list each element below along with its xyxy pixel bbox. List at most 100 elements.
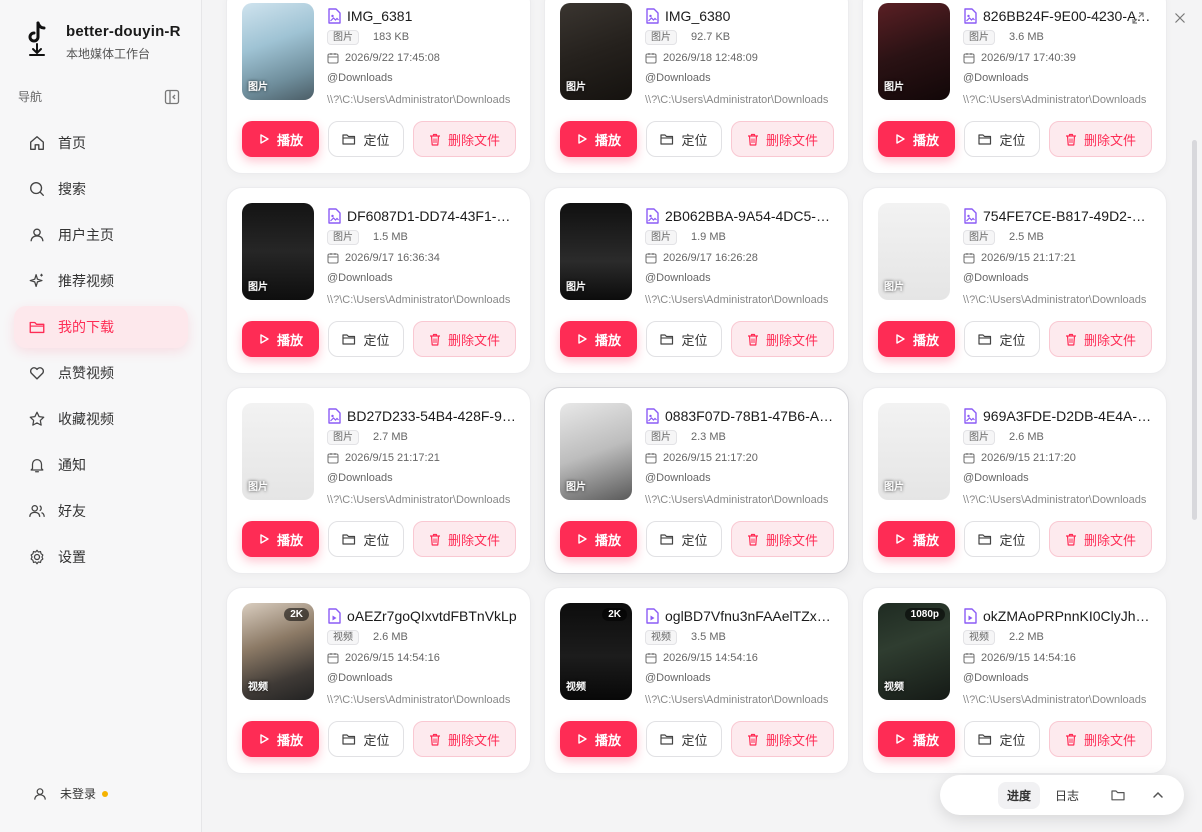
locate-button[interactable]: 定位 (964, 721, 1040, 757)
delete-file-button[interactable]: 删除文件 (731, 521, 834, 557)
media-thumbnail[interactable]: 图片 (560, 3, 632, 100)
delete-file-button[interactable]: 删除文件 (413, 121, 516, 157)
nav-item-home[interactable]: 首页 (14, 122, 188, 164)
play-button[interactable]: 播放 (560, 121, 637, 157)
calendar-icon (645, 253, 657, 264)
media-thumbnail[interactable]: 1080p 视频 (878, 603, 950, 700)
type-tag: 图片 (963, 429, 995, 445)
download-card[interactable]: 图片 IMG_6380 图片 92.7 KB 2026/9/18 12:48:09 @Do… (544, 0, 849, 174)
minimize-icon[interactable] (1088, 8, 1104, 28)
delete-label: 删除文件 (1083, 332, 1136, 348)
download-card[interactable]: 1080p 视频 okZMAoPRPnnKI0ClyJhTue 视频 2.2 MB 202… (862, 587, 1167, 774)
nav-item-favorites[interactable]: 收藏视频 (14, 398, 188, 440)
play-icon (260, 734, 269, 744)
media-thumbnail[interactable]: 图片 (242, 403, 314, 500)
delete-file-button[interactable]: 删除文件 (1049, 321, 1152, 357)
file-directory: @Downloads (963, 672, 1029, 684)
nav-item-liked-videos[interactable]: 点赞视频 (14, 352, 188, 394)
nav-item-my-downloads[interactable]: 我的下载 (14, 306, 188, 348)
collapse-sidebar-icon[interactable] (164, 89, 180, 105)
media-thumbnail[interactable]: 图片 (878, 403, 950, 500)
download-card[interactable]: 图片 BD27D233-54B4-428F-9E77 图片 2.7 MB 2026/9/… (226, 387, 531, 574)
locate-button[interactable]: 定位 (646, 721, 722, 757)
play-button[interactable]: 播放 (242, 521, 319, 557)
nav-item-friends[interactable]: 好友 (14, 490, 188, 532)
trash-icon (429, 533, 440, 546)
maximize-icon[interactable] (1130, 8, 1146, 28)
locate-button[interactable]: 定位 (964, 321, 1040, 357)
locate-button[interactable]: 定位 (328, 521, 404, 557)
play-button[interactable]: 播放 (242, 121, 319, 157)
delete-file-button[interactable]: 删除文件 (731, 321, 834, 357)
tab-progress[interactable]: 进度 (998, 781, 1041, 809)
close-icon[interactable] (1172, 8, 1188, 28)
locate-label: 定位 (999, 132, 1026, 148)
scrollbar[interactable] (1192, 140, 1197, 520)
locate-button[interactable]: 定位 (964, 121, 1040, 157)
locate-button[interactable]: 定位 (328, 721, 404, 757)
download-card[interactable]: 2K 视频 oAEZr7goQIxvtdFBTnVkLp 视频 2.6 MB 2026/9… (226, 587, 531, 774)
download-card[interactable]: 图片 754FE7CE-B817-49D2-9C0F 图片 2.5 MB 2026/9/… (862, 187, 1167, 374)
nav-item-settings[interactable]: 设置 (14, 536, 188, 578)
play-button[interactable]: 播放 (560, 521, 637, 557)
delete-file-button[interactable]: 删除文件 (1049, 121, 1152, 157)
play-button[interactable]: 播放 (242, 321, 319, 357)
delete-file-button[interactable]: 删除文件 (413, 321, 516, 357)
file-size: 2.5 MB (1009, 231, 1044, 243)
delete-file-button[interactable]: 删除文件 (731, 121, 834, 157)
delete-label: 删除文件 (1083, 732, 1136, 748)
file-path: \\?\C:\Users\Administrator\Downloads (327, 294, 511, 306)
locate-button[interactable]: 定位 (964, 521, 1040, 557)
delete-file-button[interactable]: 删除文件 (413, 521, 516, 557)
locate-button[interactable]: 定位 (646, 521, 722, 557)
locate-button[interactable]: 定位 (328, 121, 404, 157)
media-thumbnail[interactable]: 图片 (242, 203, 314, 300)
play-button[interactable]: 播放 (878, 121, 955, 157)
media-thumbnail[interactable]: 2K 视频 (242, 603, 314, 700)
nav-item-notifications[interactable]: 通知 (14, 444, 188, 486)
media-thumbnail[interactable]: 图片 (560, 403, 632, 500)
download-card[interactable]: 2K 视频 oglBD7Vfnu3nFAAelTZxQw 视频 3.5 MB 2026/9… (544, 587, 849, 774)
chevron-up-icon[interactable] (1148, 785, 1168, 805)
play-button[interactable]: 播放 (878, 521, 955, 557)
nav-item-label: 搜索 (58, 181, 86, 197)
delete-label: 删除文件 (765, 332, 818, 348)
download-card[interactable]: 图片 0883F07D-78B1-47B6-A5D3 图片 2.3 MB 2026/9/… (544, 387, 849, 574)
delete-file-button[interactable]: 删除文件 (1049, 521, 1152, 557)
thumbnail-type-label: 图片 (248, 482, 268, 493)
file-path: \\?\C:\Users\Administrator\Downloads (645, 494, 829, 506)
file-directory: @Downloads (645, 472, 711, 484)
play-button[interactable]: 播放 (878, 721, 955, 757)
media-thumbnail[interactable]: 图片 (878, 3, 950, 100)
file-directory: @Downloads (645, 72, 711, 84)
download-card[interactable]: 图片 2B062BBA-9A54-4DC5-B13E 图片 1.9 MB 2026/9/… (544, 187, 849, 374)
locate-button[interactable]: 定位 (646, 121, 722, 157)
play-button[interactable]: 播放 (242, 721, 319, 757)
login-status[interactable]: 未登录 (32, 785, 109, 802)
folder-icon[interactable] (1108, 785, 1128, 805)
locate-button[interactable]: 定位 (646, 321, 722, 357)
image-file-icon (964, 208, 977, 224)
media-thumbnail[interactable]: 2K 视频 (560, 603, 632, 700)
play-button[interactable]: 播放 (560, 321, 637, 357)
media-thumbnail[interactable]: 图片 (242, 3, 314, 100)
nav-item-user-home[interactable]: 用户主页 (14, 214, 188, 256)
file-size: 2.2 MB (1009, 631, 1044, 643)
play-button[interactable]: 播放 (878, 321, 955, 357)
download-card[interactable]: 图片 DF6087D1-DD74-43F1-8B2C 图片 1.5 MB 2026/9/… (226, 187, 531, 374)
media-thumbnail[interactable]: 图片 (560, 203, 632, 300)
delete-file-button[interactable]: 删除文件 (731, 721, 834, 757)
locate-button[interactable]: 定位 (328, 321, 404, 357)
folder-open-icon (978, 334, 992, 345)
tab-log[interactable]: 日志 (1046, 782, 1088, 809)
media-thumbnail[interactable]: 图片 (878, 203, 950, 300)
nav-item-search[interactable]: 搜索 (14, 168, 188, 210)
download-card[interactable]: 图片 IMG_6381 图片 183 KB 2026/9/22 17:45:08 @Dow… (226, 0, 531, 174)
delete-label: 删除文件 (447, 332, 500, 348)
download-card[interactable]: 图片 969A3FDE-D2DB-4E4A-8C11 图片 2.6 MB 2026/9/… (862, 387, 1167, 574)
nav-item-recommended[interactable]: 推荐视频 (14, 260, 188, 302)
delete-file-button[interactable]: 删除文件 (1049, 721, 1152, 757)
nav-item-label: 我的下载 (58, 319, 114, 335)
play-button[interactable]: 播放 (560, 721, 637, 757)
delete-file-button[interactable]: 删除文件 (413, 721, 516, 757)
